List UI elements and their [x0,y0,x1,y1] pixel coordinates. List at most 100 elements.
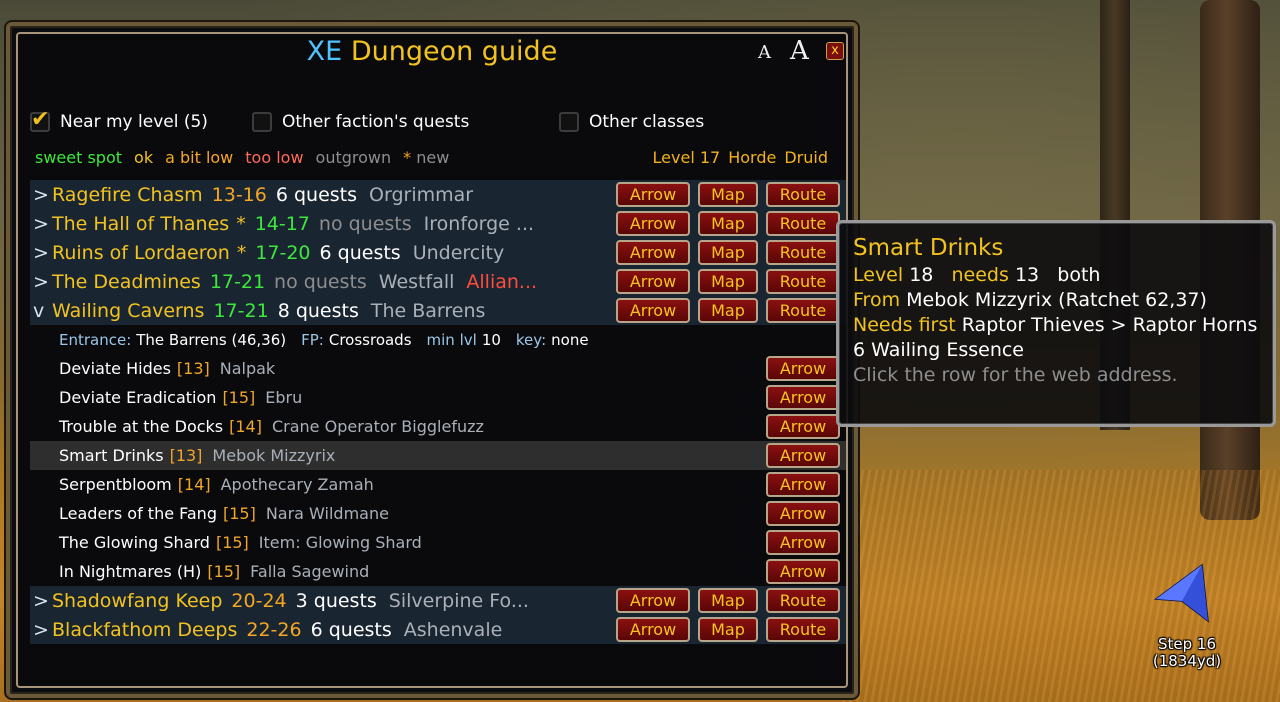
min-level-label: min lvl [426,330,477,349]
dungeon-levels: 17-21 [209,270,266,293]
quest-row[interactable]: Deviate Hides [13] Nalpak Arrow [30,354,846,383]
expand-toggle[interactable]: > [30,242,52,264]
expand-toggle[interactable]: > [30,619,52,641]
arrow-button[interactable]: Arrow [616,298,690,323]
quest-level: [15] [222,388,256,407]
map-button[interactable]: Map [698,240,758,265]
near-level-checkbox[interactable] [30,107,50,132]
tooltip-from-label: From [853,289,901,311]
quest-row[interactable]: Leaders of the Fang [15] Nara Wildmane Arro… [30,499,846,528]
arrow-button[interactable]: Arrow [766,501,840,526]
tooltip-needs-first-value: Raptor Thieves > Raptor Horns [961,314,1258,336]
map-button[interactable]: Map [698,298,758,323]
arrow-button[interactable]: Arrow [616,211,690,236]
waypoint-arrow-icon[interactable] [1152,563,1212,625]
route-button[interactable]: Route [766,588,840,613]
map-button[interactable]: Map [698,269,758,294]
route-button[interactable]: Route [766,240,840,265]
expand-toggle[interactable]: v [30,300,52,322]
title-main: Dungeon guide [350,36,558,67]
arrow-button[interactable]: Arrow [766,443,840,468]
arrow-button[interactable]: Arrow [766,472,840,497]
route-button[interactable]: Route [766,182,840,207]
waypoint-step: Step 16 (1834yd) [1132,636,1242,670]
other-classes-option[interactable]: Other classes [559,112,704,132]
row-buttons: Arrow Map Route [616,269,840,294]
map-button[interactable]: Map [698,211,758,236]
other-faction-checkbox[interactable] [252,112,272,132]
dungeon-row[interactable]: > Ragefire Chasm 13-16 6 quests Orgrimmar Arr… [30,180,846,209]
other-classes-checkbox[interactable] [559,112,579,132]
route-button[interactable]: Route [766,298,840,323]
tooltip-from-value: Mebok Mizzyrix (Ratchet 62,37) [906,289,1207,311]
legend-item: a bit low [165,148,234,167]
font-increase-button[interactable]: A [790,36,809,66]
row-buttons: Arrow [766,559,840,584]
dungeon-zone: Ironforge ... [423,212,535,235]
quest-tooltip: Smart Drinks Level 18 needs 13 both From… [836,220,1276,427]
arrow-button[interactable]: Arrow [766,385,840,410]
dungeon-levels: 14-17 [254,212,310,235]
dungeon-guide-frame: XE Dungeon guide A A x Near my level (5)… [16,32,848,688]
arrow-button[interactable]: Arrow [766,414,840,439]
quest-row[interactable]: Smart Drinks [13] Mebok Mizzyrix Arrow [30,441,846,470]
dungeon-name: The Hall of Thanes [52,212,230,235]
tooltip-needs-first-label: Needs first [853,314,956,336]
quest-row[interactable]: In Nightmares (H) [15] Falla Sagewind Arrow [30,557,846,586]
quest-giver: Mebok Mizzyrix [212,446,336,465]
map-button[interactable]: Map [698,588,758,613]
quest-level: [13] [169,446,203,465]
quest-level: [15] [222,504,256,523]
dungeon-row[interactable]: > Ruins of Lordaeron * 17-20 6 quests Underci… [30,238,846,267]
dungeon-guide-window: XE Dungeon guide A A x Near my level (5)… [6,22,858,698]
quest-row[interactable]: Deviate Eradication [15] Ebru Arrow [30,383,846,412]
arrow-button[interactable]: Arrow [766,356,840,381]
waypoint-step-label: Step 16 [1157,635,1216,653]
row-buttons: Arrow Map Route [616,617,840,642]
expand-toggle[interactable]: > [30,184,52,206]
tooltip-needs-value: 13 [1014,264,1040,286]
key-label: key: [515,330,547,349]
dungeon-row[interactable]: > The Hall of Thanes * 14-17 no quests Ironfo… [30,209,846,238]
dungeon-name: The Deadmines [52,270,201,293]
entrance-value: The Barrens (46,36) [136,330,287,349]
arrow-button[interactable]: Arrow [766,530,840,555]
dungeon-row[interactable]: > Shadowfang Keep 20-24 3 quests Silverpine … [30,586,846,615]
route-button[interactable]: Route [766,617,840,642]
near-level-label: Near my level (5) [60,112,208,132]
other-faction-option[interactable]: Other faction's quests [252,112,469,132]
tooltip-item: 6 Wailing Essence [853,339,1024,361]
arrow-button[interactable]: Arrow [616,269,690,294]
arrow-button[interactable]: Arrow [616,182,690,207]
close-icon[interactable]: x [826,42,844,60]
arrow-button[interactable]: Arrow [616,617,690,642]
dungeon-row[interactable]: > Blackfathom Deeps 22-26 6 quests Ashenvale… [30,615,846,644]
dungeon-levels: 13-16 [211,183,267,206]
dungeon-levels: 20-24 [231,589,287,612]
row-buttons: Arrow [766,356,840,381]
player-faction: Horde [728,148,777,167]
dungeon-row[interactable]: > The Deadmines 17-21 no quests Westfall Alli… [30,267,846,296]
expand-toggle[interactable]: > [30,271,52,293]
route-button[interactable]: Route [766,211,840,236]
expand-toggle[interactable]: > [30,213,52,235]
tooltip-level-value: 18 [909,264,934,286]
map-button[interactable]: Map [698,617,758,642]
arrow-button[interactable]: Arrow [616,240,690,265]
font-decrease-button[interactable]: A [758,42,771,63]
near-level-option[interactable]: Near my level (5) [30,107,208,132]
tooltip-needs-first-line: Needs first Raptor Thieves > Raptor Horn… [853,313,1259,338]
quest-row[interactable]: Trouble at the Docks [14] Crane Operator B… [30,412,846,441]
map-button[interactable]: Map [698,182,758,207]
arrow-button[interactable]: Arrow [766,559,840,584]
dungeon-zone: Ashenvale [403,618,503,641]
quest-row[interactable]: Serpentbloom [14] Apothecary Zamah Arrow [30,470,846,499]
arrow-button[interactable]: Arrow [616,588,690,613]
dungeon-row[interactable]: v Wailing Caverns 17-21 8 quests The Barrens… [30,296,846,325]
quest-level: [15] [207,562,241,581]
expand-toggle[interactable]: > [30,590,52,612]
tooltip-needs-label: needs [951,264,1009,286]
quest-row[interactable]: The Glowing Shard [15] Item: Glowing Shard… [30,528,846,557]
route-button[interactable]: Route [766,269,840,294]
other-classes-label: Other classes [589,112,705,132]
